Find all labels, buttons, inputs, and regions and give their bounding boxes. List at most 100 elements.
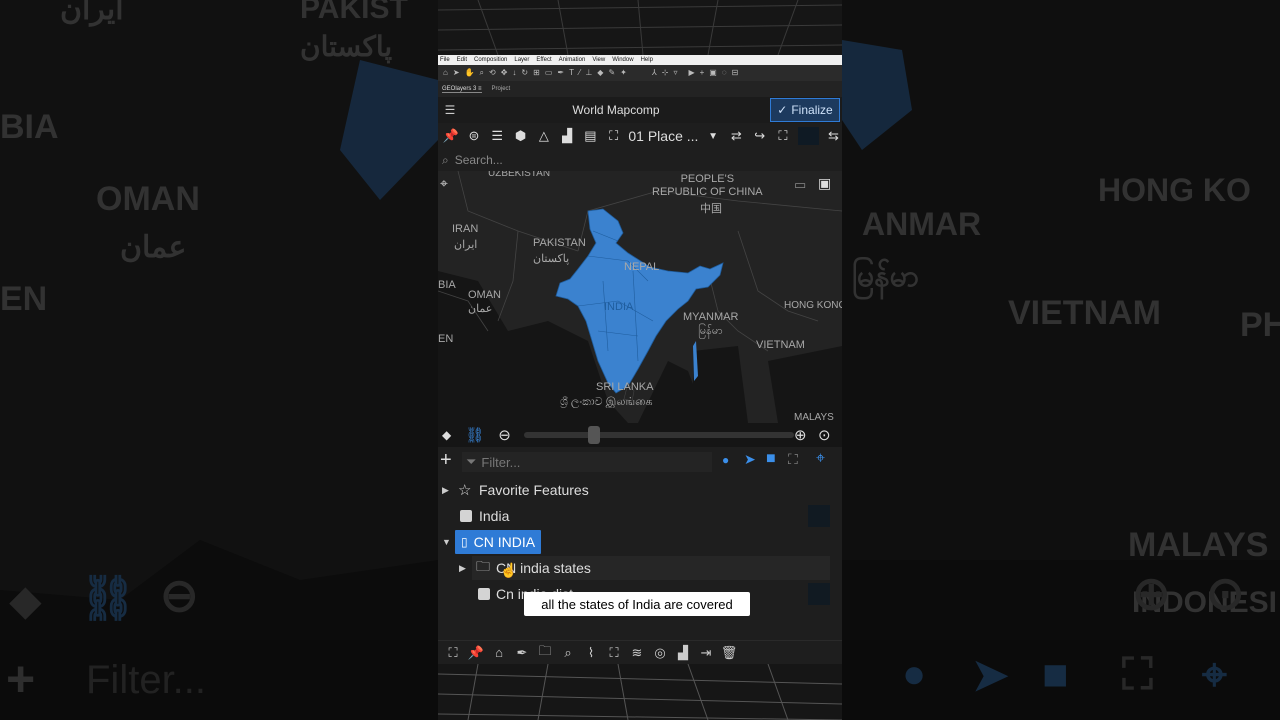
- tree-row-india[interactable]: India: [438, 504, 842, 528]
- menu-file[interactable]: File: [440, 57, 450, 63]
- zoom-slider-handle[interactable]: [588, 426, 600, 444]
- search-input[interactable]: Search...: [455, 153, 503, 167]
- india-color-swatch[interactable]: [808, 505, 830, 527]
- menu-animation[interactable]: Animation: [559, 57, 586, 63]
- menu-edit[interactable]: Edit: [457, 57, 467, 63]
- crosshair-icon[interactable]: +: [700, 69, 705, 77]
- cn-india-selected[interactable]: ▯ CN INDIA: [455, 530, 541, 554]
- stamp-tool-icon[interactable]: ⊥: [585, 69, 592, 77]
- menu-composition[interactable]: Composition: [474, 57, 507, 63]
- tree-row-cn-india[interactable]: ▼ ▯ CN INDIA: [438, 530, 842, 554]
- camera-icon[interactable]: ▭: [794, 177, 806, 193]
- puppet-tool-icon[interactable]: ✦: [620, 69, 627, 77]
- link-icon[interactable]: ⛓: [465, 426, 484, 444]
- list-menu-icon[interactable]: ☰: [438, 103, 462, 117]
- eraser-tool-icon[interactable]: ◆: [597, 69, 603, 77]
- type-tool-icon[interactable]: T: [569, 69, 574, 77]
- trash-icon[interactable]: 🗑: [720, 645, 738, 661]
- roto-tool-icon[interactable]: ✎: [608, 69, 615, 77]
- target-icon[interactable]: ◎: [651, 645, 669, 661]
- selection-tool-icon[interactable]: ➤: [453, 69, 460, 77]
- menu-help[interactable]: Help: [641, 57, 653, 63]
- rotate-tool-icon[interactable]: ↻: [521, 69, 528, 77]
- filter-input[interactable]: ⏷ Filter...: [462, 452, 712, 472]
- frame-select-icon[interactable]: ⛶: [788, 451, 798, 468]
- menu-layer[interactable]: Layer: [514, 57, 529, 63]
- pen-icon[interactable]: ✒: [513, 645, 531, 661]
- add-icon[interactable]: +: [440, 449, 452, 472]
- crosshair-target-icon[interactable]: ⌖: [440, 175, 448, 192]
- zoom-feature-icon[interactable]: ⌕: [559, 645, 577, 661]
- dolly-tool-icon[interactable]: ↓: [512, 69, 516, 77]
- brush-tool-icon[interactable]: ⁄: [579, 69, 580, 77]
- snap-icon[interactable]: ⊹: [662, 69, 669, 77]
- finalize-button[interactable]: ✓ Finalize: [770, 98, 840, 122]
- image-icon[interactable]: ▣: [818, 175, 831, 192]
- color-swatch[interactable]: [797, 127, 819, 145]
- home-icon[interactable]: ⌂: [443, 69, 448, 77]
- cn-dist-color-swatch[interactable]: [808, 583, 830, 605]
- tree-row-favorites[interactable]: ▶ ☆ Favorite Features: [438, 478, 842, 502]
- tag-icon[interactable]: ⌂: [490, 645, 508, 660]
- tab-geolayers[interactable]: GEOlayers 3 ≡: [442, 86, 482, 93]
- zoom-slider[interactable]: [524, 426, 794, 444]
- chart-icon[interactable]: ▟: [558, 127, 575, 145]
- units-icon[interactable]: ⊟: [732, 69, 739, 77]
- pen-tool-icon[interactable]: ✒: [557, 69, 564, 77]
- fit-icon[interactable]: ⛶: [444, 645, 462, 661]
- place-dropdown[interactable]: 01 Place ...: [628, 128, 698, 144]
- map-view[interactable]: UZBEKISTAN PEOPLE'S REPUBLIC OF CHINA 中国…: [438, 171, 842, 423]
- axis-icon[interactable]: ⅄: [652, 69, 657, 77]
- share-icon[interactable]: ↪: [751, 127, 768, 145]
- folder-bottom-icon[interactable]: 🗀: [536, 642, 554, 664]
- search-small-icon[interactable]: ◌: [722, 69, 727, 77]
- transfer-icon[interactable]: ⇆: [825, 127, 842, 145]
- zoom-tool-icon[interactable]: ⌕: [480, 69, 484, 77]
- orbit-tool-icon[interactable]: ⟲: [489, 69, 496, 77]
- square-icon[interactable]: ■: [766, 450, 776, 468]
- collapse-arrow-icon[interactable]: ▼: [442, 537, 451, 547]
- pin-bottom-icon[interactable]: 📌: [467, 645, 485, 661]
- tiles-icon[interactable]: ☰: [489, 127, 506, 145]
- menu-view[interactable]: View: [592, 57, 605, 63]
- frame-icon[interactable]: ▣: [709, 69, 717, 77]
- stats-icon[interactable]: ▟: [674, 645, 692, 661]
- tab-project[interactable]: Project: [492, 86, 511, 92]
- route-icon[interactable]: ⌇: [582, 645, 600, 661]
- place-target-icon[interactable]: ⛶: [605, 127, 622, 145]
- move-tool-icon[interactable]: ✥: [501, 69, 508, 77]
- expand-states-arrow-icon[interactable]: ▶: [459, 563, 466, 574]
- label-pakistan: PAKISTAN: [533, 237, 586, 249]
- document-icon[interactable]: ▤: [582, 127, 599, 145]
- chevron-down-icon[interactable]: ▼: [704, 127, 721, 145]
- terrain-icon[interactable]: △: [535, 127, 552, 145]
- tree-row-cn-states[interactable]: ▶ 🗀 CN india states: [459, 556, 830, 580]
- dot-icon[interactable]: ●: [722, 453, 729, 467]
- export-icon[interactable]: ⇥: [697, 645, 715, 661]
- mask-icon[interactable]: ▿: [673, 69, 677, 77]
- cn-dist-checkbox[interactable]: [478, 588, 490, 600]
- crop-icon[interactable]: ⛶: [774, 127, 791, 145]
- zoom-out-icon[interactable]: ⊖: [498, 426, 511, 444]
- zoom-in-icon[interactable]: ⊕: [794, 426, 807, 444]
- menu-effect[interactable]: Effect: [536, 57, 551, 63]
- pin-icon[interactable]: 📌: [442, 127, 459, 145]
- keyframe-icon[interactable]: ◆: [442, 428, 451, 442]
- expand-arrow-icon[interactable]: ▶: [442, 485, 449, 496]
- gamepad-icon[interactable]: ⊜: [465, 127, 482, 145]
- crop-feature-icon[interactable]: ⛶: [605, 645, 623, 661]
- india-checkbox[interactable]: [460, 510, 472, 522]
- play-icon[interactable]: ▶: [688, 69, 694, 77]
- arrow-right-icon[interactable]: ➤: [744, 451, 756, 468]
- rectangle-tool-icon[interactable]: ▭: [545, 69, 553, 77]
- label-uzbekistan: UZBEKISTAN: [488, 171, 551, 179]
- map-layers-icon[interactable]: ⌖: [816, 450, 825, 468]
- layers-icon[interactable]: ≋: [628, 645, 646, 661]
- anchor-tool-icon[interactable]: ⊞: [533, 69, 540, 77]
- cube-icon[interactable]: ⬢: [512, 127, 529, 145]
- menu-window[interactable]: Window: [612, 57, 633, 63]
- compass-icon[interactable]: ⊙: [818, 426, 831, 444]
- swap-icon[interactable]: ⇄: [728, 127, 745, 145]
- hand-tool-icon[interactable]: ✋: [465, 69, 475, 77]
- search-bar[interactable]: ⌕ Search...: [438, 150, 842, 170]
